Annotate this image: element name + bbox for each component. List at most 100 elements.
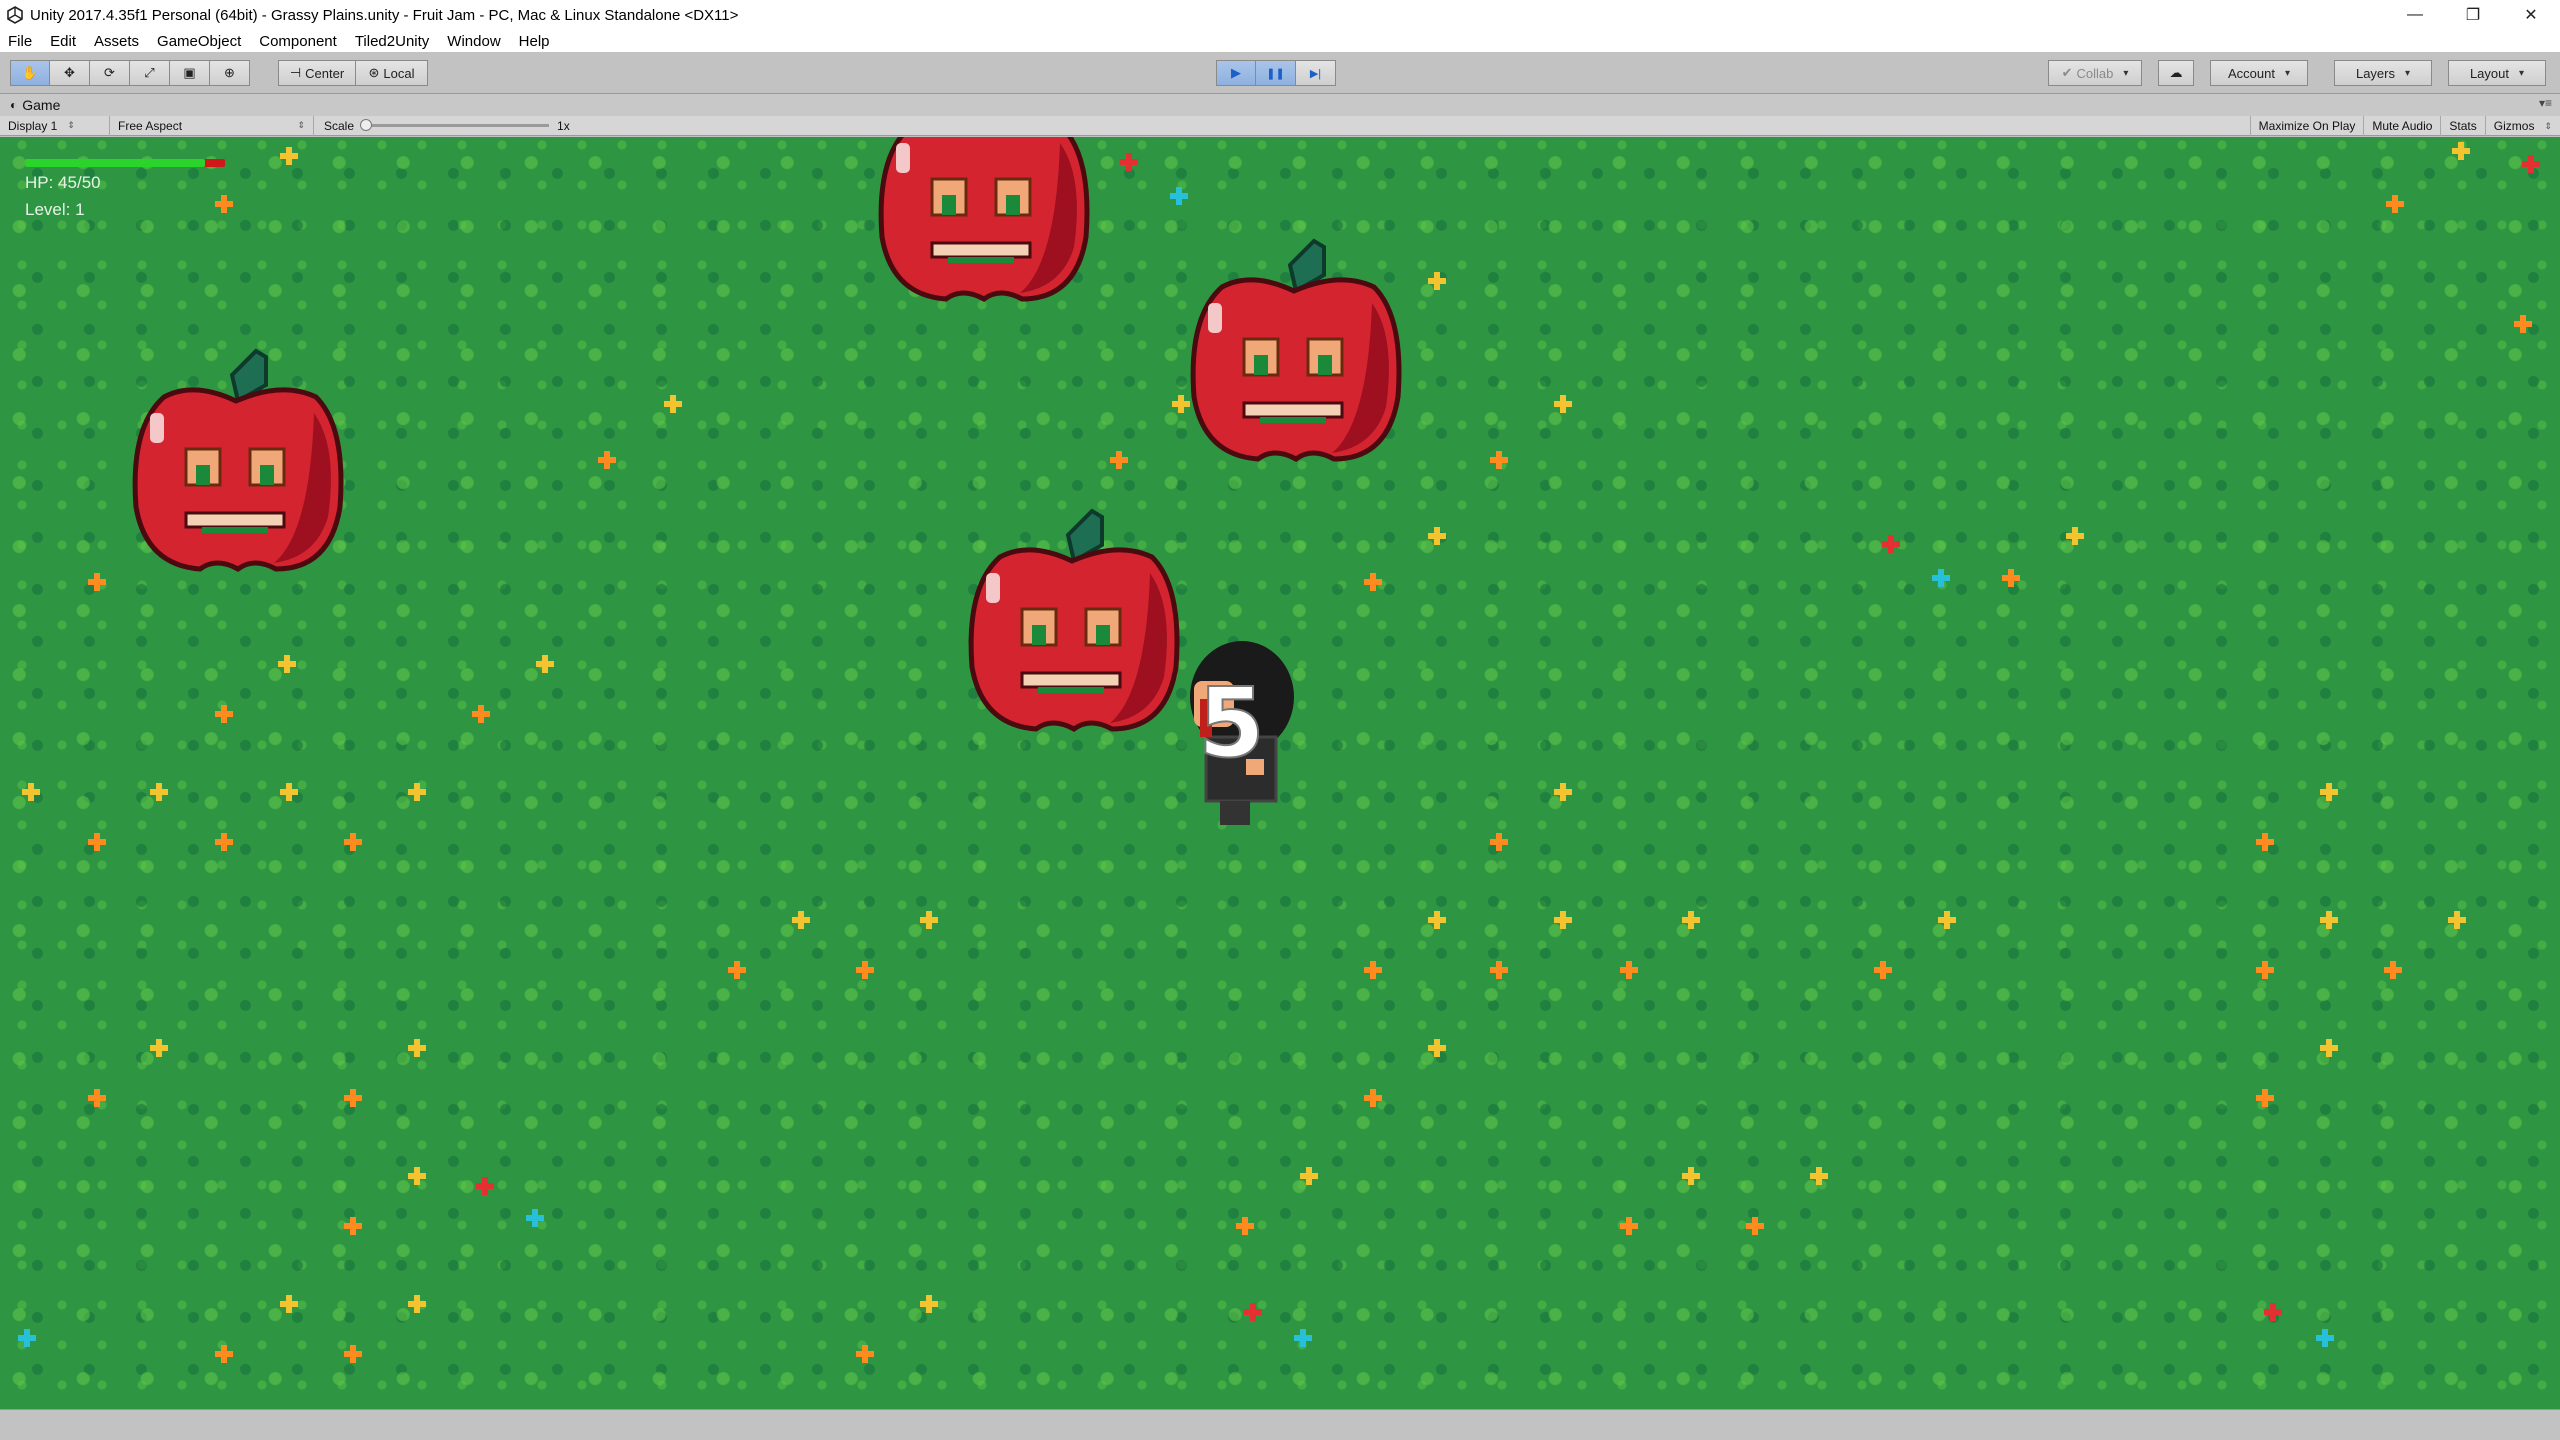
flower-sparkle — [1874, 961, 1892, 979]
flower-sparkle — [344, 833, 362, 851]
pivot-local-button[interactable]: ⊛ Local — [356, 60, 428, 86]
flower-sparkle — [280, 783, 298, 801]
main-toolbar: ✋ ✥ ⟳ ⤢ ▣ ⊕ ⊣ Center ⊛ Local ▶ ❚❚ ▶| ✔ Coll… — [0, 52, 2560, 94]
gizmos-dropdown[interactable]: Gizmos — [2484, 116, 2560, 136]
flower-sparkle — [1554, 911, 1572, 929]
move-tool-button[interactable]: ✥ — [50, 60, 90, 86]
flower-sparkle — [2320, 783, 2338, 801]
rect-tool-button[interactable]: ▣ — [170, 60, 210, 86]
aspect-dropdown[interactable]: Free Aspect — [110, 115, 314, 136]
restore-button[interactable]: ❐ — [2444, 0, 2502, 30]
scale-label: Scale — [324, 118, 355, 133]
flower-sparkle — [1428, 1039, 1446, 1057]
flower-sparkle — [2384, 961, 2402, 979]
scale-tool-button[interactable]: ⤢ — [130, 60, 170, 86]
menu-component[interactable]: Component — [259, 33, 337, 50]
flower-sparkle — [344, 1345, 362, 1363]
flower-sparkle — [1620, 1217, 1638, 1235]
menu-tiled2unity[interactable]: Tiled2Unity — [355, 33, 429, 50]
minimize-button[interactable]: — — [2386, 0, 2444, 30]
account-group: Account — [2210, 60, 2308, 86]
transform-tools: ✋ ✥ ⟳ ⤢ ▣ ⊕ — [10, 60, 250, 86]
flower-sparkle — [22, 783, 40, 801]
layout-dropdown[interactable]: Layout — [2448, 60, 2546, 86]
collab-button[interactable]: ✔ Collab — [2048, 60, 2142, 86]
player-hud: HP: 45/50 Level: 1 — [25, 159, 225, 221]
flower-sparkle — [2448, 911, 2466, 929]
flower-sparkle — [2002, 569, 2020, 587]
check-icon: ✔ — [2061, 65, 2073, 80]
flower-sparkle — [344, 1089, 362, 1107]
layers-group: Layers — [2334, 60, 2432, 86]
play-button[interactable]: ▶ — [1216, 60, 1256, 86]
flower-sparkle — [1110, 451, 1128, 469]
hand-tool-button[interactable]: ✋ — [10, 60, 50, 86]
flower-sparkle — [2316, 1329, 2334, 1347]
pause-button[interactable]: ❚❚ — [1256, 60, 1296, 86]
flower-sparkle — [856, 961, 874, 979]
rotate-tool-button[interactable]: ⟳ — [90, 60, 130, 86]
flower-sparkle — [1682, 911, 1700, 929]
scale-control: Scale 1x — [314, 119, 570, 133]
stats-toggle[interactable]: Stats — [2440, 116, 2484, 136]
local-icon: ⊛ — [368, 65, 380, 80]
pivot-center-button[interactable]: ⊣ Center — [278, 60, 356, 86]
menu-window[interactable]: Window — [447, 33, 500, 50]
flower-sparkle — [344, 1217, 362, 1235]
flower-sparkle — [2522, 155, 2540, 173]
hand-icon: ✋ — [21, 65, 39, 80]
game-controller-icon: ◐ — [10, 98, 18, 112]
flower-sparkle — [1364, 1089, 1382, 1107]
flower-sparkle — [2514, 315, 2532, 333]
apple-enemy — [960, 477, 1190, 747]
panel-menu-icon[interactable]: ▾≡ — [2539, 96, 2552, 110]
scale-slider[interactable] — [360, 119, 550, 131]
cloud-button[interactable]: ☁ — [2158, 60, 2194, 86]
flower-sparkle — [2256, 1089, 2274, 1107]
apple-enemy — [1182, 207, 1412, 477]
layout-group: Layout — [2448, 60, 2546, 86]
game-view-options: Display 1 Free Aspect Scale 1x Maximize … — [0, 115, 2560, 136]
flower-sparkle — [1932, 569, 1950, 587]
account-dropdown[interactable]: Account — [2210, 60, 2308, 86]
flower-sparkle — [920, 911, 938, 929]
flower-sparkle — [1490, 833, 1508, 851]
scale-slider-knob[interactable] — [360, 119, 373, 131]
pivot-icon: ⊣ — [289, 65, 302, 80]
scale-icon: ⤢ — [144, 65, 155, 80]
close-button[interactable]: ✕ — [2502, 0, 2560, 30]
menu-file[interactable]: File — [8, 33, 32, 50]
maximize-on-play-toggle[interactable]: Maximize On Play — [2249, 116, 2364, 136]
cloud-group: ☁ — [2158, 60, 2194, 86]
flower-sparkle — [88, 573, 106, 591]
flower-sparkle — [1170, 187, 1188, 205]
damage-number: 5 — [1197, 666, 1266, 780]
flower-sparkle — [1682, 1167, 1700, 1185]
layers-dropdown[interactable]: Layers — [2334, 60, 2432, 86]
menu-gameobject[interactable]: GameObject — [157, 33, 241, 50]
menu-assets[interactable]: Assets — [94, 33, 139, 50]
display-dropdown[interactable]: Display 1 — [0, 115, 110, 136]
flower-sparkle — [2264, 1303, 2282, 1321]
flower-sparkle — [88, 833, 106, 851]
menu-edit[interactable]: Edit — [50, 33, 76, 50]
game-viewport[interactable]: 5 HP: 45/50 Level: 1 — [0, 137, 2560, 1409]
tab-game[interactable]: ◐ Game — [10, 97, 60, 113]
window-title: Unity 2017.4.35f1 Personal (64bit) - Gra… — [30, 6, 739, 24]
step-button[interactable]: ▶| — [1296, 60, 1336, 86]
hp-bar — [25, 159, 225, 167]
flower-sparkle — [1554, 783, 1572, 801]
flower-sparkle — [1428, 527, 1446, 545]
hp-bar-fill — [25, 159, 205, 167]
flower-sparkle — [526, 1209, 544, 1227]
flower-sparkle — [150, 783, 168, 801]
game-tab-bar: ◐ Game ▾≡ — [0, 94, 2560, 116]
rect-icon: ▣ — [183, 65, 196, 80]
mute-audio-toggle[interactable]: Mute Audio — [2363, 116, 2440, 136]
pause-icon: ❚❚ — [1266, 67, 1285, 80]
flower-sparkle — [1236, 1217, 1254, 1235]
flower-sparkle — [728, 961, 746, 979]
transform-tool-button[interactable]: ⊕ — [210, 60, 250, 86]
menu-help[interactable]: Help — [519, 33, 550, 50]
flower-sparkle — [1882, 535, 1900, 553]
